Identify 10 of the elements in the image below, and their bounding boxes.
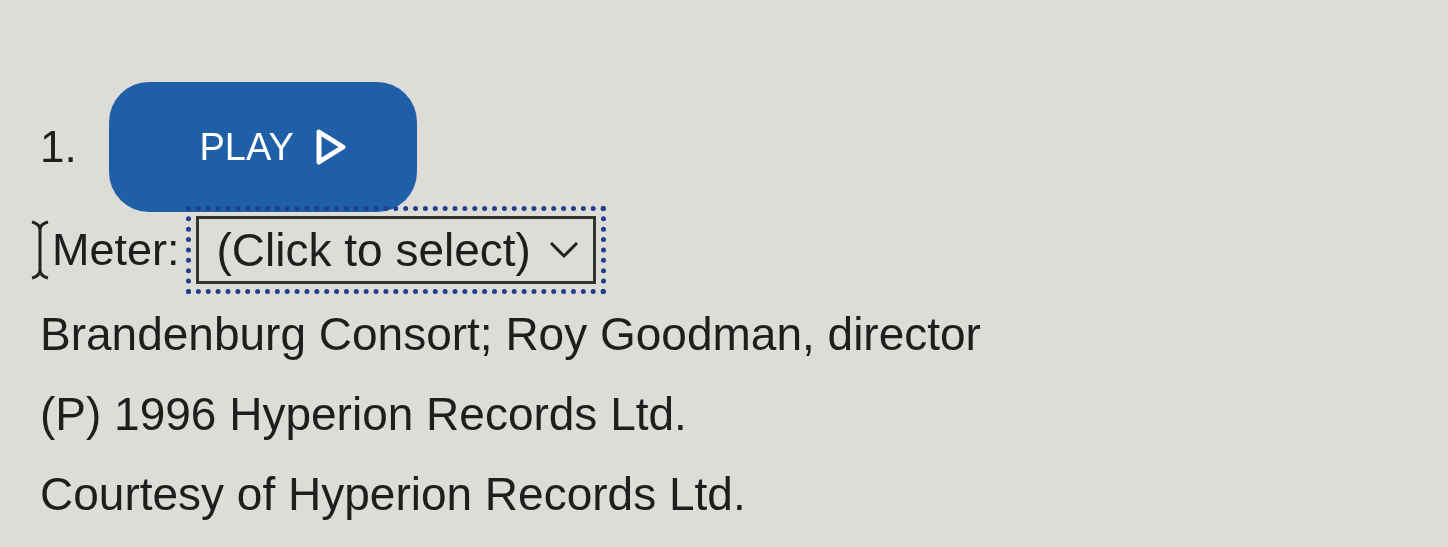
text-cursor-icon [30,220,50,280]
meter-select[interactable]: (Click to select) [195,216,596,284]
credit-line: Courtesy of Hyperion Records Ltd. [40,467,747,522]
item-number: 1. [40,122,77,172]
play-button[interactable]: PLAY [108,82,417,212]
meter-label: Meter: [52,224,180,276]
play-icon [315,129,346,165]
credit-line: (P) 1996 Hyperion Records Ltd. [40,387,688,442]
credit-line: Brandenburg Consort; Roy Goodman, director [40,307,982,362]
chevron-icon [548,241,579,259]
